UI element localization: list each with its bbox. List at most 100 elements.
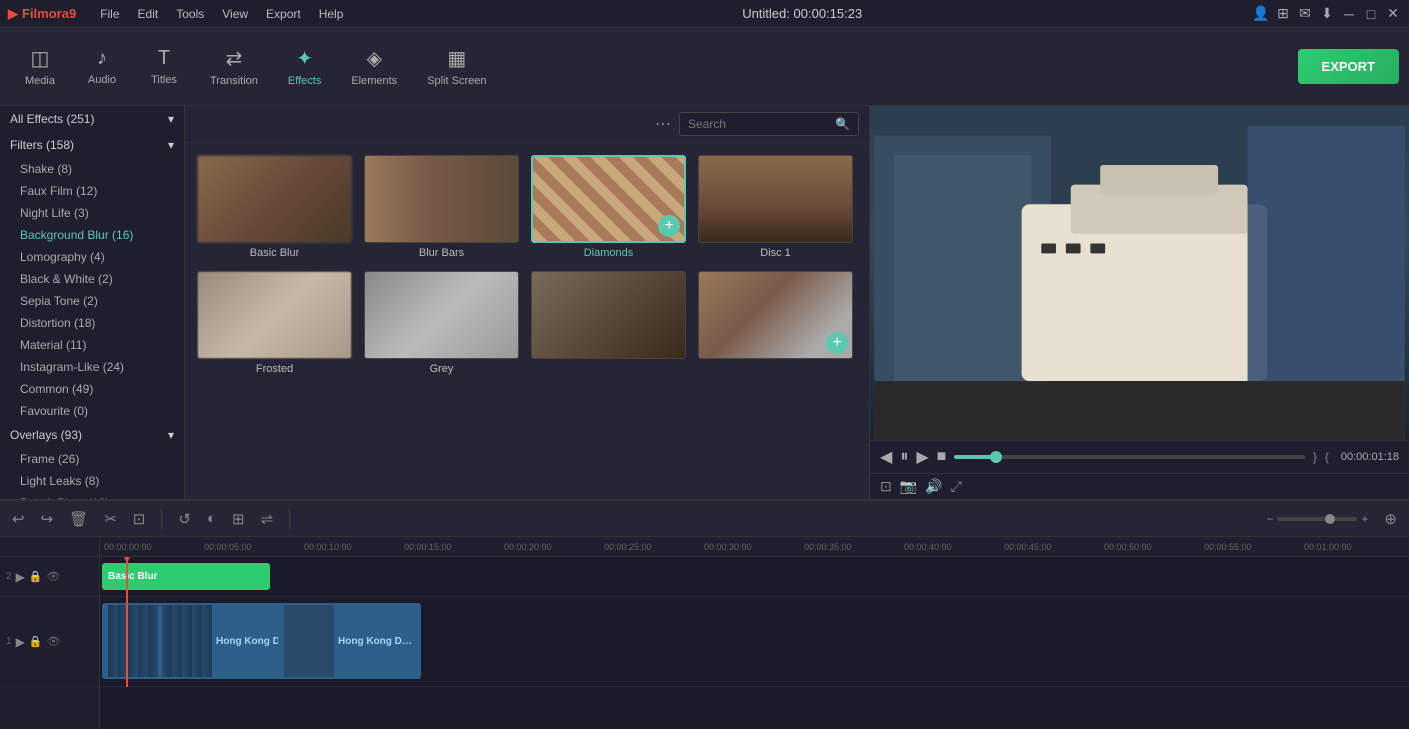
- track-lock-button[interactable]: 🔒: [29, 570, 43, 583]
- effect-thumb-item8[interactable]: +: [698, 271, 853, 359]
- effect-thumb-blur-bars[interactable]: [364, 155, 519, 243]
- effect-thumb-grey[interactable]: [364, 271, 519, 359]
- effect-thumb-frosted[interactable]: [197, 271, 352, 359]
- cut-button[interactable]: ✂: [100, 508, 121, 530]
- clip-label-hk2: Hong Kong Drone5: [338, 636, 415, 647]
- toolbar-media[interactable]: ◫ Media: [10, 28, 70, 105]
- sidebar-item-background-blur[interactable]: Background Blur (16): [0, 224, 184, 246]
- track-visible-button-1[interactable]: 👁: [47, 635, 61, 648]
- rotate-button[interactable]: ↺: [174, 508, 195, 530]
- clip-hong-kong-2[interactable]: Hong Kong Drone5: [278, 603, 421, 679]
- effect-thumb-item7[interactable]: [531, 271, 686, 359]
- grid-view-icon[interactable]: ⋯: [655, 114, 671, 134]
- speed-button[interactable]: ⇌: [257, 508, 278, 530]
- sidebar-item-bokeh-blurs[interactable]: Bokeh Blurs (10): [0, 492, 184, 499]
- sidebar-item-favourite[interactable]: Favourite (0): [0, 400, 184, 422]
- sidebar-item-shake[interactable]: Shake (8): [0, 158, 184, 180]
- toolbar-transition[interactable]: ⇄ Transition: [196, 28, 272, 105]
- menu-help[interactable]: Help: [311, 4, 352, 24]
- effect-grey[interactable]: Grey: [364, 271, 519, 375]
- stabilize-button[interactable]: ⊞: [228, 508, 249, 530]
- toolbar-split-screen[interactable]: ▦ Split Screen: [413, 28, 500, 105]
- search-box[interactable]: 🔍: [679, 112, 859, 136]
- stop-button[interactable]: ■: [937, 448, 947, 466]
- timeline-ruler[interactable]: 00:00:00:00 00:00:05:00 00:00:10:00 00:0…: [100, 537, 1409, 557]
- close-button[interactable]: ✕: [1385, 6, 1401, 22]
- sidebar-item-common[interactable]: Common (49): [0, 378, 184, 400]
- search-input[interactable]: [688, 117, 829, 131]
- effect-thumb-basic-blur[interactable]: [197, 155, 352, 243]
- sidebar-item-material[interactable]: Material (11): [0, 334, 184, 356]
- layout-icon[interactable]: ⊞: [1275, 6, 1291, 22]
- undo-button[interactable]: ↩: [8, 508, 29, 530]
- screenshot-icon[interactable]: 📷: [900, 478, 917, 495]
- menu-tools[interactable]: Tools: [168, 4, 212, 24]
- menu-view[interactable]: View: [214, 4, 256, 24]
- effect-item8[interactable]: +: [698, 271, 853, 375]
- ruler-mark-10: 00:00:50:00: [1104, 542, 1152, 552]
- screen-size-icon[interactable]: ⊡: [880, 478, 892, 495]
- minimize-button[interactable]: ─: [1341, 6, 1357, 22]
- sidebar-filters[interactable]: Filters (158) ▾: [0, 132, 184, 158]
- redo-button[interactable]: ↪: [37, 508, 58, 530]
- effect-frosted[interactable]: Frosted: [197, 271, 352, 375]
- chevron-down-icon: ▾: [168, 138, 174, 152]
- crop-button[interactable]: ⊡: [129, 508, 150, 530]
- effect-disc1[interactable]: Disc 1: [698, 155, 853, 259]
- add-effect-button[interactable]: +: [658, 215, 680, 237]
- effects-grid: Basic Blur Blur Bars + Diamonds Disc 1 F…: [185, 143, 869, 387]
- sidebar-all-effects[interactable]: All Effects (251) ▾: [0, 106, 184, 132]
- download-icon[interactable]: ⬇: [1319, 6, 1335, 22]
- track-visible-button[interactable]: 👁: [47, 570, 61, 583]
- user-icon[interactable]: 👤: [1253, 6, 1269, 22]
- toolbar-audio[interactable]: ♪ Audio: [72, 28, 132, 105]
- menu-export[interactable]: Export: [258, 4, 309, 24]
- effect-item7[interactable]: [531, 271, 686, 375]
- export-button[interactable]: EXPORT: [1298, 49, 1399, 84]
- effect-name-diamonds: Diamonds: [531, 247, 686, 259]
- play-button[interactable]: ▶: [916, 447, 928, 467]
- toolbar-elements[interactable]: ◈ Elements: [337, 28, 411, 105]
- zoom-in-icon[interactable]: +: [1361, 512, 1368, 526]
- sidebar-overlays[interactable]: Overlays (93) ▾: [0, 422, 184, 448]
- pause-button[interactable]: ⏸: [900, 448, 908, 466]
- effect-basic-blur[interactable]: Basic Blur: [197, 155, 352, 259]
- track-lock-button-1[interactable]: 🔒: [29, 635, 43, 648]
- mail-icon[interactable]: ✉: [1297, 6, 1313, 22]
- toolbar-titles[interactable]: T Titles: [134, 28, 194, 105]
- zoom-bar[interactable]: [1277, 517, 1357, 521]
- zoom-out-icon[interactable]: −: [1266, 512, 1273, 526]
- effect-diamonds[interactable]: + Diamonds: [531, 155, 686, 259]
- add-effect-button-2[interactable]: +: [826, 332, 848, 354]
- fullscreen-icon[interactable]: ⤢: [951, 478, 962, 495]
- volume-icon[interactable]: 🔊: [925, 478, 942, 495]
- timeline-track-labels: 2 ▶ 🔒 👁 1 ▶ 🔒 👁: [0, 537, 100, 729]
- titles-icon: T: [158, 47, 170, 70]
- color-button[interactable]: ◐: [203, 508, 220, 529]
- effects-panel: ⋯ 🔍 Basic Blur Blur Bars + Diamonds: [185, 106, 869, 499]
- sidebar-item-black-white[interactable]: Black & White (2): [0, 268, 184, 290]
- add-track-button[interactable]: ⊕: [1380, 508, 1401, 530]
- menu-file[interactable]: File: [92, 4, 127, 24]
- toolbar-effects[interactable]: ✦ Effects: [274, 28, 335, 105]
- maximize-button[interactable]: □: [1363, 6, 1379, 22]
- effect-blur-bars[interactable]: Blur Bars: [364, 155, 519, 259]
- sidebar-item-faux-film[interactable]: Faux Film (12): [0, 180, 184, 202]
- preview-time: 00:00:01:18: [1341, 451, 1399, 463]
- effect-thumb-disc1[interactable]: [698, 155, 853, 243]
- timeline: ↩ ↪ 🗑 ✂ ⊡ ↺ ◐ ⊞ ⇌ − + ⊕ 2 ▶: [0, 499, 1409, 729]
- sidebar-item-sepia-tone[interactable]: Sepia Tone (2): [0, 290, 184, 312]
- menu-edit[interactable]: Edit: [130, 4, 167, 24]
- sidebar-item-lomography[interactable]: Lomography (4): [0, 246, 184, 268]
- sidebar-item-instagram-like[interactable]: Instagram-Like (24): [0, 356, 184, 378]
- play-back-button[interactable]: ◀: [880, 447, 892, 467]
- sidebar-item-frame[interactable]: Frame (26): [0, 448, 184, 470]
- preview-progress-bar[interactable]: [954, 455, 1305, 459]
- sidebar-item-night-life[interactable]: Night Life (3): [0, 202, 184, 224]
- progress-thumb: [990, 451, 1002, 463]
- sidebar-item-distortion[interactable]: Distortion (18): [0, 312, 184, 334]
- sidebar-item-light-leaks[interactable]: Light Leaks (8): [0, 470, 184, 492]
- track-label-1: 1 ▶ 🔒 👁: [0, 597, 99, 687]
- effect-thumb-diamonds[interactable]: +: [531, 155, 686, 243]
- delete-button[interactable]: 🗑: [65, 508, 92, 530]
